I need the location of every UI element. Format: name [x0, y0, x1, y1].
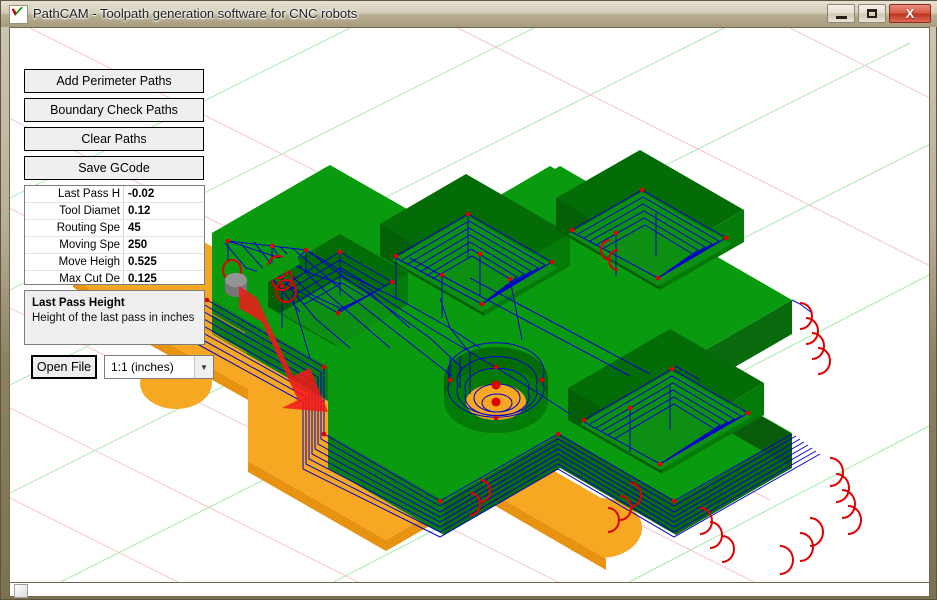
property-description-body: Height of the last pass in inches	[32, 312, 195, 324]
property-value[interactable]: -0.02	[124, 186, 204, 202]
maximize-button[interactable]	[858, 4, 886, 23]
property-description-panel: Last Pass Height Height of the last pass…	[24, 290, 205, 345]
property-label: Moving Spe	[25, 237, 124, 253]
property-value[interactable]: 0.525	[124, 254, 204, 270]
close-icon: X	[905, 6, 915, 21]
property-label: Max Cut De	[25, 271, 124, 284]
status-bar	[9, 583, 930, 598]
property-label: Tool Diamet	[25, 203, 124, 219]
title-bar[interactable]: PathCAM - Toolpath generation software f…	[1, 1, 937, 27]
property-row[interactable]: Move Heigh 0.525	[25, 254, 204, 271]
resize-grip-icon[interactable]	[14, 584, 28, 598]
app-window: PathCAM - Toolpath generation software f…	[0, 0, 937, 600]
minimize-button[interactable]	[827, 4, 855, 23]
property-row[interactable]: Moving Spe 250	[25, 237, 204, 254]
maximize-icon	[859, 5, 885, 22]
property-row[interactable]: Tool Diamet 0.12	[25, 203, 204, 220]
open-file-button[interactable]: Open File	[31, 355, 97, 379]
boundary-check-paths-button[interactable]: Boundary Check Paths	[24, 98, 204, 122]
property-row[interactable]: Max Cut De 0.125	[25, 271, 204, 284]
minimize-icon	[828, 5, 854, 22]
client-area: Add Perimeter Paths Boundary Check Paths…	[9, 27, 930, 583]
property-description-title: Last Pass Height	[32, 297, 125, 309]
property-label: Last Pass H	[25, 186, 124, 202]
checkmark-icon	[9, 5, 28, 24]
close-button[interactable]: X	[889, 4, 931, 23]
add-perimeter-paths-button[interactable]: Add Perimeter Paths	[24, 69, 204, 93]
save-gcode-button[interactable]: Save GCode	[24, 156, 204, 180]
property-value[interactable]: 250	[124, 237, 204, 253]
property-value[interactable]: 0.12	[124, 203, 204, 219]
property-row[interactable]: Last Pass H -0.02	[25, 186, 204, 203]
chevron-down-icon[interactable]: ▼	[194, 356, 213, 378]
property-label: Routing Spe	[25, 220, 124, 236]
clear-paths-button[interactable]: Clear Paths	[24, 127, 204, 151]
property-row[interactable]: Routing Spe 45	[25, 220, 204, 237]
property-value[interactable]: 45	[124, 220, 204, 236]
scale-select-value: 1:1 (inches)	[111, 360, 174, 374]
property-grid[interactable]: Last Pass H -0.02 Tool Diamet 0.12 Routi…	[24, 185, 205, 285]
scale-select[interactable]: 1:1 (inches) ▼	[104, 355, 214, 379]
window-title: PathCAM - Toolpath generation software f…	[33, 6, 358, 21]
property-value[interactable]: 0.125	[124, 271, 204, 284]
property-label: Move Heigh	[25, 254, 124, 270]
